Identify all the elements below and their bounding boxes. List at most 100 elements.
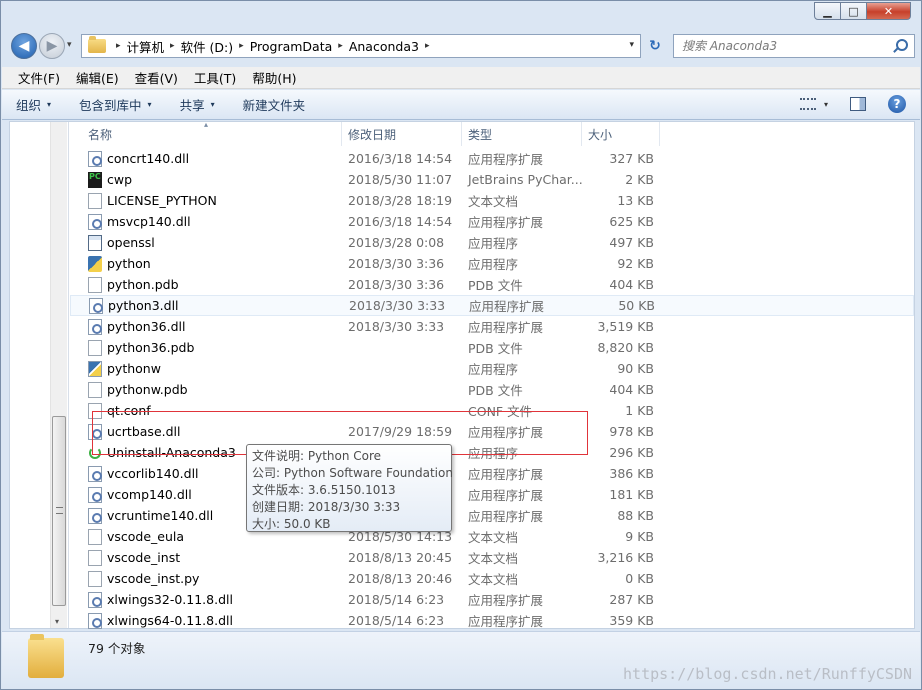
navigation-pane: ▾ — [10, 122, 69, 628]
search-input[interactable] — [682, 39, 882, 53]
file-date: 2018/5/14 6:23 — [348, 592, 445, 607]
file-name: vscode_eula — [107, 529, 185, 544]
file-name-cell: PC cwp — [70, 171, 342, 188]
share-button[interactable]: 共享 ▾ — [180, 95, 215, 114]
file-name: vcomp140.dll — [107, 487, 192, 502]
forward-button[interactable]: ▶ — [39, 33, 65, 59]
chevron-down-icon: ▾ — [210, 100, 215, 109]
file-row[interactable]: vccorlib140.dll2016/3/18 14:54应用程序扩展386 … — [70, 463, 914, 484]
new-folder-button[interactable]: 新建文件夹 — [243, 95, 306, 114]
menu-view[interactable]: 查看(V) — [127, 68, 186, 87]
file-name: openssl — [107, 235, 155, 250]
file-row[interactable]: vcruntime140.dll2016/3/18 14:54应用程序扩展88 … — [70, 505, 914, 526]
maximize-button[interactable]: □ — [841, 2, 867, 20]
file-row[interactable]: Uninstall-Anaconda32018/8/13 20:43应用程序29… — [70, 442, 914, 463]
exe-file-icon — [88, 234, 102, 251]
file-date: 2018/3/28 0:08 — [348, 235, 445, 250]
file-row[interactable]: vscode_inst 2018/8/13 20:45 文本文档 3,216 KB — [70, 547, 914, 568]
file-row[interactable]: python3.dll 2018/3/30 3:33 应用程序扩展 50 KB — [70, 295, 914, 316]
breadcrumb-separator[interactable]: ▸ — [425, 41, 430, 51]
file-row[interactable]: python36.dll 2018/3/30 3:33 应用程序扩展 3,519 KB — [70, 316, 914, 337]
file-row[interactable]: pythonw.pdb PDB 文件 404 KB — [70, 379, 914, 400]
file-size: 92 KB — [617, 256, 654, 271]
back-button[interactable]: ◀ — [11, 33, 37, 59]
organize-button[interactable]: 组织 ▾ — [16, 95, 51, 114]
recent-pages-dropdown[interactable]: ▾ — [67, 40, 72, 50]
menu-file[interactable]: 文件(F) — [10, 68, 68, 87]
breadcrumb-separator[interactable]: ▸ — [239, 41, 244, 51]
file-row[interactable]: openssl 2018/3/28 0:08 应用程序 497 KB — [70, 232, 914, 253]
close-button[interactable]: ✕ — [867, 2, 911, 20]
file-type: 应用程序扩展 — [469, 299, 545, 314]
column-type-header[interactable]: 类型 — [462, 122, 582, 146]
breadcrumb-separator[interactable]: ▸ — [170, 41, 175, 51]
file-type: 应用程序 — [468, 236, 519, 251]
file-row[interactable]: vscode_inst.py 2018/8/13 20:46 文本文档 0 KB — [70, 568, 914, 589]
column-date-header[interactable]: 修改日期 — [342, 122, 462, 146]
breadcrumb-computer[interactable]: 计算机 — [127, 37, 165, 56]
menu-edit[interactable]: 编辑(E) — [68, 68, 127, 87]
file-row[interactable]: qt.conf CONF 文件 1 KB — [70, 400, 914, 421]
tooltip-description: 文件说明: Python Core — [252, 449, 382, 463]
file-date: 2018/3/30 3:36 — [348, 277, 445, 292]
file-row[interactable]: concrt140.dll 2016/3/18 14:54 应用程序扩展 327 KB — [70, 148, 914, 169]
file-row[interactable]: python 2018/3/30 3:36 应用程序 92 KB — [70, 253, 914, 274]
include-in-library-button[interactable]: 包含到库中 ▾ — [79, 95, 152, 114]
refresh-icon[interactable]: ↻ — [645, 36, 665, 56]
file-row[interactable]: vscode_eula 2018/5/30 14:13 文本文档 9 KB — [70, 526, 914, 547]
breadcrumb-drive-d[interactable]: 软件 (D:) — [181, 37, 234, 56]
file-file-icon — [88, 402, 102, 419]
file-row[interactable]: ucrtbase.dll 2017/9/29 18:59 应用程序扩展 978 KB — [70, 421, 914, 442]
file-name: pythonw.pdb — [107, 382, 188, 397]
file-row[interactable]: LICENSE_PYTHON 2018/3/28 18:19 文本文档 13 KB — [70, 190, 914, 211]
minimize-button[interactable]: ▁ — [814, 2, 841, 20]
file-type: 应用程序 — [468, 446, 519, 461]
file-name: vccorlib140.dll — [107, 466, 199, 481]
address-bar[interactable]: ▸ 计算机 ▸ 软件 (D:) ▸ ProgramData ▸ Anaconda… — [81, 34, 641, 58]
menu-tools[interactable]: 工具(T) — [186, 68, 244, 87]
menu-help[interactable]: 帮助(H) — [244, 68, 304, 87]
breadcrumb-programdata[interactable]: ProgramData — [250, 39, 333, 54]
address-dropdown[interactable]: ▾ — [629, 40, 634, 50]
file-size: 386 KB — [609, 466, 654, 481]
file-type: PDB 文件 — [468, 278, 523, 293]
file-name-cell: python36.pdb — [70, 339, 342, 356]
view-options-dropdown[interactable]: ▾ — [824, 100, 828, 109]
column-name-header[interactable]: ▴ 名称 — [70, 120, 342, 146]
file-row[interactable]: vcomp140.dll2016/3/18 14:54应用程序扩展181 KB — [70, 484, 914, 505]
file-date: 2018/3/28 18:19 — [348, 193, 453, 208]
file-name: ucrtbase.dll — [107, 424, 181, 439]
file-size: 9 KB — [625, 529, 654, 544]
file-name: python3.dll — [108, 298, 179, 313]
navigation-scrollbar[interactable]: ▾ — [50, 122, 67, 628]
file-row[interactable]: PC cwp 2018/5/30 11:07 JetBrains PyChar... 2… — [70, 169, 914, 190]
menu-bar: 文件(F) 编辑(E) 查看(V) 工具(T) 帮助(H) — [2, 67, 920, 89]
file-size: 0 KB — [625, 571, 654, 586]
tooltip-created: 创建日期: 2018/3/30 3:33 — [252, 500, 401, 514]
scrollbar-thumb[interactable] — [52, 416, 66, 606]
file-row[interactable]: pythonw 应用程序 90 KB — [70, 358, 914, 379]
file-type: 应用程序扩展 — [468, 152, 544, 167]
help-icon[interactable]: ? — [888, 95, 906, 113]
file-row[interactable]: xlwings32-0.11.8.dll 2018/5/14 6:23 应用程序扩展… — [70, 589, 914, 610]
breadcrumb-separator[interactable]: ▸ — [116, 41, 121, 51]
column-size-header[interactable]: 大小 — [582, 122, 660, 146]
file-row[interactable]: python.pdb 2018/3/30 3:36 PDB 文件 404 KB — [70, 274, 914, 295]
file-row[interactable]: msvcp140.dll 2016/3/18 14:54 应用程序扩展 625 KB — [70, 211, 914, 232]
preview-pane-icon[interactable] — [850, 97, 866, 111]
file-size: 359 KB — [609, 613, 654, 628]
change-view-icon[interactable] — [799, 98, 816, 110]
column-size-label: 大小 — [588, 127, 613, 142]
search-icon[interactable] — [896, 39, 908, 51]
file-name-cell: xlwings32-0.11.8.dll — [70, 591, 342, 608]
breadcrumb-separator[interactable]: ▸ — [338, 41, 343, 51]
scroll-down-icon[interactable]: ▾ — [55, 617, 59, 626]
file-name-cell: msvcp140.dll — [70, 213, 342, 230]
file-size: 50 KB — [618, 298, 655, 313]
file-date: 2018/3/30 3:36 — [348, 256, 445, 271]
file-name: vcruntime140.dll — [107, 508, 214, 523]
file-row[interactable]: xlwings64-0.11.8.dll 2018/5/14 6:23 应用程序扩展… — [70, 610, 914, 631]
file-row[interactable]: python36.pdb PDB 文件 8,820 KB — [70, 337, 914, 358]
search-box[interactable] — [673, 34, 915, 58]
breadcrumb-anaconda3[interactable]: Anaconda3 — [349, 39, 419, 54]
